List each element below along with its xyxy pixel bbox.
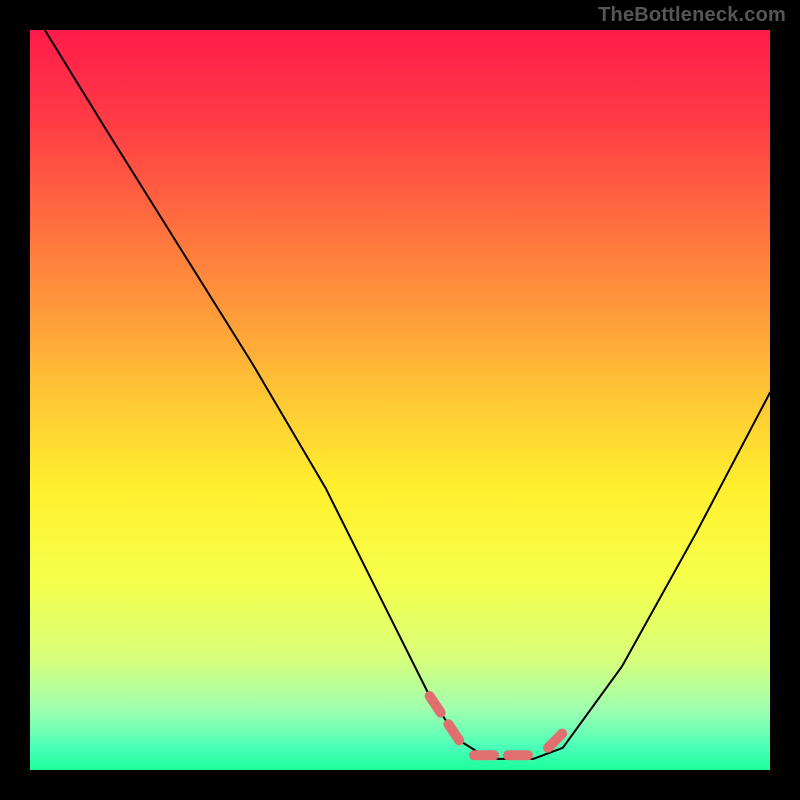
chart-svg — [30, 30, 770, 770]
watermark-label: TheBottleneck.com — [598, 4, 786, 27]
gradient-background — [30, 30, 770, 770]
plot-area — [30, 30, 770, 770]
chart-frame: TheBottleneck.com — [0, 0, 800, 800]
